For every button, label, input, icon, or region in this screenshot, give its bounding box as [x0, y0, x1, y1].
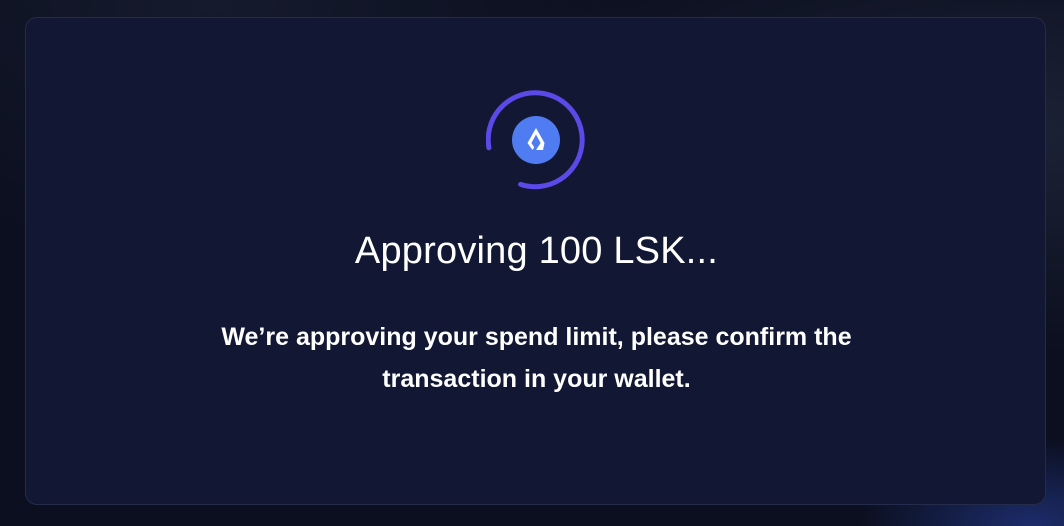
- lisk-token-icon: [512, 116, 560, 164]
- modal-title: Approving 100 LSK...: [354, 230, 719, 272]
- approval-modal: Approving 100 LSK... We’re approving you…: [25, 17, 1046, 505]
- loading-spinner: [486, 90, 586, 190]
- modal-description: We’re approving your spend limit, please…: [221, 323, 852, 393]
